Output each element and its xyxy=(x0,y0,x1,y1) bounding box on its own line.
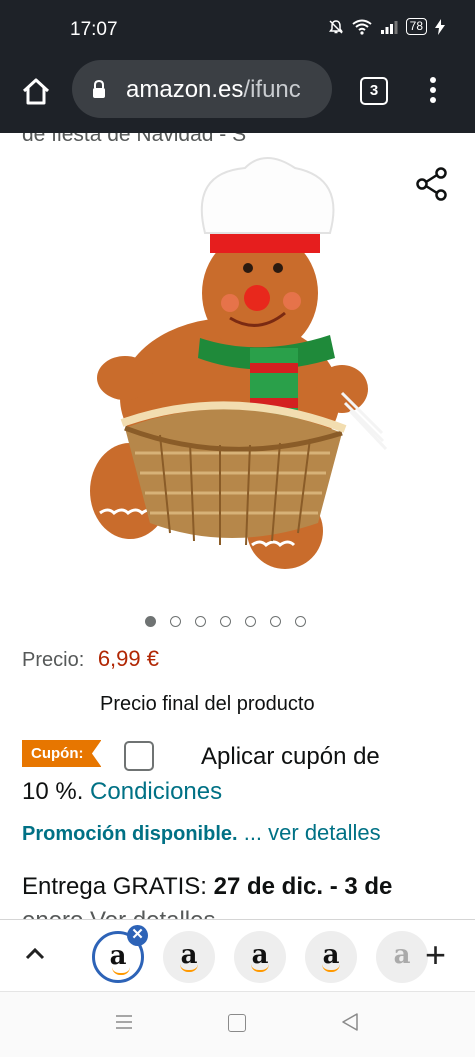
status-icons: 78 xyxy=(328,18,445,35)
share-icon[interactable] xyxy=(415,167,449,201)
promo-label[interactable]: Promoción disponible. xyxy=(22,823,238,845)
url-path: /ifunc xyxy=(243,76,301,103)
conditions-link[interactable]: Condiciones xyxy=(90,778,222,805)
amazon-logo-icon: a xyxy=(393,940,411,970)
promo-details-link[interactable]: ... ver detalles xyxy=(244,820,381,845)
coupon-checkbox[interactable] xyxy=(124,741,154,771)
recents-icon[interactable] xyxy=(115,1014,133,1030)
tab-thumbnail[interactable]: a xyxy=(234,931,286,983)
carousel-dot[interactable] xyxy=(245,616,256,627)
product-image[interactable] xyxy=(80,153,410,583)
signal-icon xyxy=(380,20,398,34)
home-icon[interactable] xyxy=(20,76,52,108)
coupon-line2: 10 %. Condiciones xyxy=(22,778,222,806)
mute-bell-icon xyxy=(328,19,343,34)
status-bar: 17:07 78 xyxy=(0,0,475,60)
carousel-dot[interactable] xyxy=(145,616,156,627)
close-tab-icon[interactable]: ✕ xyxy=(127,925,148,946)
url-host: amazon.es xyxy=(126,76,244,103)
carousel-dot[interactable] xyxy=(195,616,206,627)
price-value: 6,99 € xyxy=(97,646,159,671)
new-tab-plus-icon[interactable]: + xyxy=(425,937,446,973)
tab-strip: a ✕ a a a a + xyxy=(0,919,475,992)
carousel-dot[interactable] xyxy=(270,616,281,627)
price-label: Precio: xyxy=(22,649,85,671)
delivery-info: Entrega GRATIS: 27 de dic. - 3 de xyxy=(22,873,392,901)
delivery-cut-line[interactable]: enero Ver detalles xyxy=(22,907,215,919)
tab-thumbnail[interactable]: a xyxy=(305,931,357,983)
battery-indicator: 78 xyxy=(405,18,427,35)
price-row: Precio: 6,99 € xyxy=(22,646,159,672)
delivery-prefix: Entrega GRATIS: xyxy=(22,873,207,900)
coupon-text: Aplicar cupón de xyxy=(201,743,380,770)
product-title: de fiesta de Navidad - S xyxy=(22,133,247,146)
delivery-dates: 27 de dic. - 3 de xyxy=(213,873,393,900)
carousel-dot[interactable] xyxy=(170,616,181,627)
tab-thumbnail[interactable]: a xyxy=(163,931,215,983)
page-content: de fiesta de Navidad - S Precio: 6,99 € … xyxy=(0,133,475,919)
system-nav-bar xyxy=(0,991,475,1057)
lock-icon[interactable] xyxy=(92,79,106,99)
overflow-menu-icon[interactable] xyxy=(424,74,442,106)
image-carousel-dots[interactable] xyxy=(145,616,306,627)
charging-bolt-icon xyxy=(435,18,445,35)
status-time: 17:07 xyxy=(70,19,118,40)
chevron-up-icon[interactable] xyxy=(24,946,46,962)
url-text[interactable]: amazon.es/ifunc xyxy=(126,76,326,104)
browser-toolbar: amazon.es/ifunc 3 xyxy=(0,60,475,133)
coupon-percent: 10 %. xyxy=(22,778,84,805)
carousel-dot[interactable] xyxy=(295,616,306,627)
carousel-dot[interactable] xyxy=(220,616,231,627)
back-triangle-icon[interactable] xyxy=(340,1012,360,1032)
tab-thumbnail-partial[interactable]: a xyxy=(376,931,428,983)
nav-home-icon[interactable] xyxy=(228,1014,246,1032)
url-bar[interactable]: amazon.es/ifunc xyxy=(72,60,332,118)
wifi-icon xyxy=(352,19,372,35)
tab-switcher-button[interactable]: 3 xyxy=(360,77,388,105)
coupon-badge: Cupón: xyxy=(22,740,102,767)
final-price-note: Precio final del producto xyxy=(100,693,315,715)
promotion-row[interactable]: Promoción disponible. ... ver detalles xyxy=(22,820,381,846)
